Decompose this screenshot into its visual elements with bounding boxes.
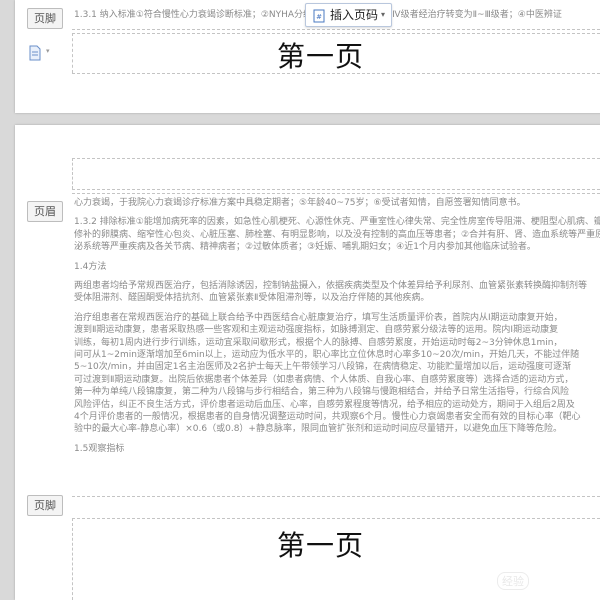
body-text-line: 验中的最大心率-静息心率）×0.6（或0.8）+静息脉率，限同血管扩张剂和运动时… — [74, 424, 562, 435]
footer-area-top — [72, 33, 600, 34]
body-text-line: 5~10次/min，并由固定1名主治医师及2名护士每天上午带领学习八段锦，在病情… — [74, 362, 572, 373]
body-text-line: 1.5观察指标 — [74, 443, 125, 454]
body-text-line: 可过渡到Ⅱ期运动康复。出院后依据患者个体差异（如患者病情、个人体质、自我心率、自… — [74, 374, 574, 385]
watermark: 经验 — [497, 572, 529, 590]
insert-page-number-label: 插入页码 — [330, 8, 379, 22]
header-area-bottom — [72, 189, 600, 190]
body-text-line: 修补的卵膜病、缩窄性心包炎、心脏压塞、肺栓塞、有明显影响，以及没有控制的高血压等… — [74, 229, 600, 240]
top-page-number[interactable]: 第一页 — [277, 35, 364, 75]
header-boundary — [72, 193, 600, 194]
footer-area-left-bottom — [72, 518, 73, 600]
document-icon — [28, 45, 42, 65]
body-text-line: 泌系统等严重疾病及各关节病、精神病者；②过敏体质者；③妊娠、哺乳期妇女；④近1个… — [74, 242, 536, 253]
page-number-icon: # — [312, 8, 326, 30]
body-text-line: 治疗组患者在常规西医治疗的基础上联合给予中西医结合心脏康复治疗，填写生活质量评价… — [74, 312, 563, 323]
footer-area-top-bottom — [72, 518, 600, 519]
body-text-line: 心力衰竭，于我院心力衰竭诊疗标准方案中具稳定期者；⑤年龄40~75岁；⑥受试者知… — [74, 198, 526, 208]
footer-area-left — [72, 33, 73, 73]
footer-tag-bottom[interactable]: 页脚 — [27, 495, 63, 516]
svg-text:#: # — [316, 13, 322, 21]
body-text-line: 训练，每初1周内进行步行训练，运动宜采取间歇形式，根据个人的脉搏、自感劳累度，开… — [74, 337, 563, 348]
body-text-line: 1.3.2 排除标准①能增加病死率的因素，如急性心肌梗死、心源性休克、严重室性心… — [74, 217, 600, 228]
body-text-line: 两组患者均给予常规西医治疗，包括消除诱因，控制钠盐摄入，依据疾病类型及个体差异给… — [74, 281, 588, 291]
chevron-down-icon: ▾ — [46, 47, 50, 55]
header-area-top — [72, 158, 600, 159]
document-options-button[interactable]: ▾ — [28, 45, 50, 65]
body-text-line: 风险评估，纠正不良生活方式，评价患者运动后血压、心率，自感劳累程度等情况，给予相… — [74, 399, 575, 410]
header-tag[interactable]: 页眉 — [27, 201, 63, 222]
bottom-page-number[interactable]: 第一页 — [277, 524, 364, 564]
footer-tag-top[interactable]: 页脚 — [27, 8, 63, 29]
body-text-line: 受体阻滞剂、醛固酮受体拮抗剂、血管紧张素Ⅱ受体阻滞剂等，以及治疗伴随的其他疾病。 — [74, 293, 430, 304]
insert-page-number-button[interactable]: # 插入页码 ▾ — [305, 3, 392, 27]
body-text-line: 4个月评价患者的一般情况，根据患者的自身情况调整运动时间，共观察6个月。慢性心力… — [74, 412, 581, 422]
body-text-line: 间可从1~2min逐渐增加至6min以上，运动应为低水平的，职心率比立位休息时心… — [74, 350, 580, 360]
chevron-down-icon[interactable]: ▾ — [381, 4, 385, 26]
footer-boundary — [72, 29, 600, 30]
body-text-line: 渡到Ⅱ期运动康复，患者采取热感一些客观和主观运动强度指标，如脉搏测定、自感劳累分… — [74, 325, 559, 336]
footer-boundary-bottom — [72, 496, 600, 497]
header-area-left — [72, 158, 73, 189]
body-text-line: 第一种为单纯八段锦康复，第二种为八段锦与步行相结合，第三种为八段锦与慢跑相结合，… — [74, 387, 570, 398]
body-text-line: 1.4方法 — [74, 261, 107, 272]
